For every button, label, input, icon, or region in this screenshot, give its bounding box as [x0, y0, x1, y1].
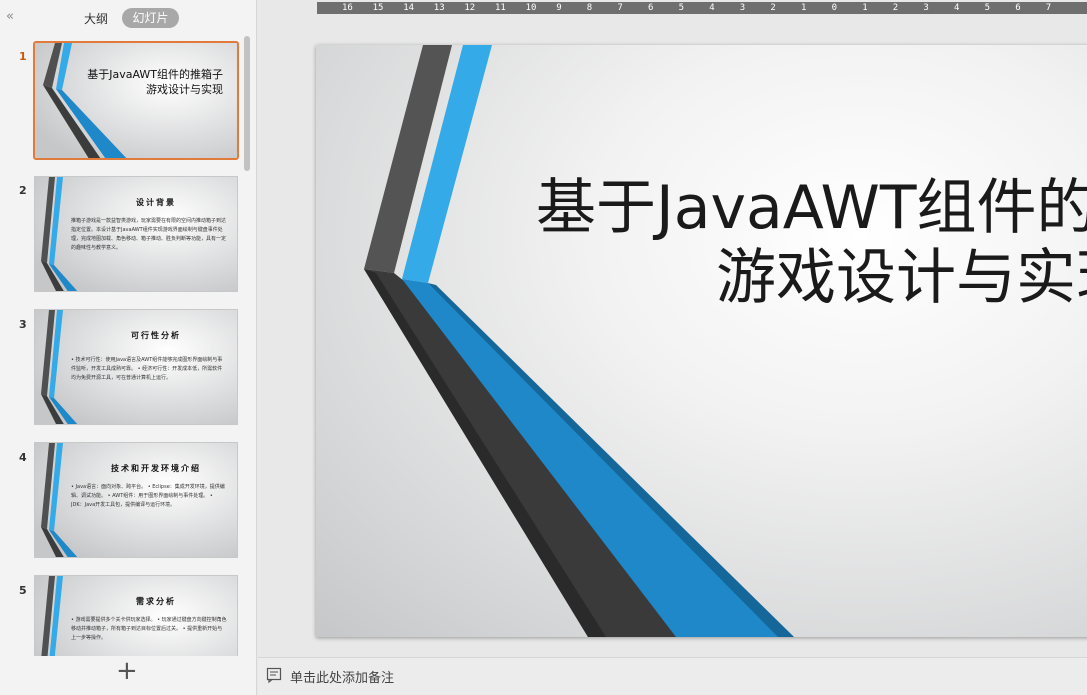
ruler-tick-label: 14 [403, 3, 415, 13]
thumb-body: • 技术可行性：使用Java语言及AWT组件能够完成图形界面绘制与事件监听，开发… [71, 357, 223, 381]
ruler-tick-label: 2 [770, 3, 776, 13]
slide-number: 4 [19, 451, 27, 464]
ruler-tick-label: 5 [984, 3, 991, 13]
ruler-tick-label: 16 [342, 3, 353, 13]
notes-placeholder[interactable]: 单击此处添加备注 [290, 667, 394, 686]
slide-thumbnail-list: 1 基于JavaAWT组件的推箱子 游戏设计与实现 2 设计背景 推箱子游戏是一… [0, 36, 244, 656]
ruler-tick-label: 12 [464, 3, 476, 13]
ruler-tick-label: 10 [525, 3, 537, 13]
slide-number: 2 [19, 184, 27, 197]
slide-thumbnail-1[interactable]: 基于JavaAWT组件的推箱子游戏设计与实现 [33, 41, 239, 160]
slide-canvas[interactable]: 基于JavaAWT组件的推箱子 游戏设计与实现 [316, 45, 1087, 637]
ruler-tick-label: 7 [1045, 3, 1052, 13]
ruler-tick-label: 13 [433, 3, 445, 13]
ruler-tick-label: 5 [678, 3, 685, 13]
notes-bar[interactable]: 单击此处添加备注 [258, 657, 1087, 695]
thumb-title-line: 基于JavaAWT组件的推箱子 [87, 68, 223, 81]
ruler-tick-label: 8 [586, 3, 593, 13]
slide-decoration [35, 43, 237, 158]
ruler-tick-label: 9 [556, 3, 562, 13]
add-slide-button[interactable]: + [116, 657, 138, 685]
ruler-tick-label: 6 [1015, 3, 1021, 13]
ruler-tick-label: 15 [372, 3, 384, 13]
slide-title[interactable]: 基于JavaAWT组件的推箱子 游戏设计与实现 [536, 173, 1087, 313]
slide-thumbnail-4[interactable]: 技术和开发环境介绍 • Java语言：面向对象、跨平台。 • Eclipse：集… [34, 442, 238, 558]
thumb-heading: 设计背景 [136, 198, 176, 207]
slide-decoration [364, 45, 794, 637]
ruler-tick-label: 1 [801, 3, 807, 13]
ruler-tick-label: 4 [709, 3, 715, 13]
ruler-tick-label: 0 [831, 3, 838, 13]
thumbnail-scrollbar[interactable] [244, 36, 250, 171]
horizontal-ruler[interactable]: 16 15 14 13 12 11 10 9 8 7 6 5 4 3 2 1 0 1 2 3 4 5 6 7 [317, 2, 1087, 14]
ruler-tick-label: 3 [923, 3, 929, 13]
tab-outline[interactable]: 大纲 [84, 10, 108, 27]
slide-thumbnail-5[interactable]: 需求分析 • 游戏需要提供多个关卡供玩家选择。 • 玩家通过键盘方向键控制角色移… [34, 575, 238, 656]
slide-number: 5 [19, 584, 27, 597]
ruler-tick-label: 1 [862, 3, 868, 13]
collapse-panel-icon[interactable]: « [6, 9, 14, 24]
tab-slides[interactable]: 幻灯片 [122, 8, 179, 28]
ruler-tick-label: 11 [495, 3, 506, 13]
ruler-tick-label: 7 [617, 3, 623, 13]
thumb-body: 推箱子游戏是一款益智类游戏，玩家需要在有限的空间内推动箱子到达指定位置。本设计基… [71, 218, 227, 251]
slide-thumbnail-2[interactable]: 设计背景 推箱子游戏是一款益智类游戏，玩家需要在有限的空间内推动箱子到达指定位置… [34, 176, 238, 292]
thumb-body: • 游戏需要提供多个关卡供玩家选择。 • 玩家通过键盘方向键控制角色移动并推动箱… [71, 617, 227, 641]
ruler-tick-label: 6 [648, 3, 654, 13]
thumb-heading: 技术和开发环境介绍 [111, 464, 201, 473]
thumb-body: • Java语言：面向对象、跨平台。 • Eclipse：集成开发环境，提供编辑… [71, 484, 225, 508]
slides-panel: « 大纲 幻灯片 1 基于JavaAWT组件的推箱子 游戏设计与实现 2 设计背… [0, 0, 257, 695]
notes-icon [266, 667, 282, 683]
ruler-tick-label: 2 [892, 3, 899, 13]
thumb-heading: 需求分析 [136, 597, 176, 606]
ruler-tick-label: 3 [739, 3, 746, 13]
slide-thumbnail-3[interactable]: 可行性分析 • 技术可行性：使用Java语言及AWT组件能够完成图形界面绘制与事… [34, 309, 238, 425]
thumb-heading: 可行性分析 [131, 331, 181, 340]
thumb-title-line: 游戏设计与实现 [146, 83, 223, 96]
ruler-tick-label: 4 [954, 3, 960, 13]
slide-number: 1 [19, 50, 27, 63]
slide-number: 3 [19, 318, 27, 331]
thumb-title: 基于JavaAWT组件的推箱子游戏设计与实现 [87, 67, 223, 97]
